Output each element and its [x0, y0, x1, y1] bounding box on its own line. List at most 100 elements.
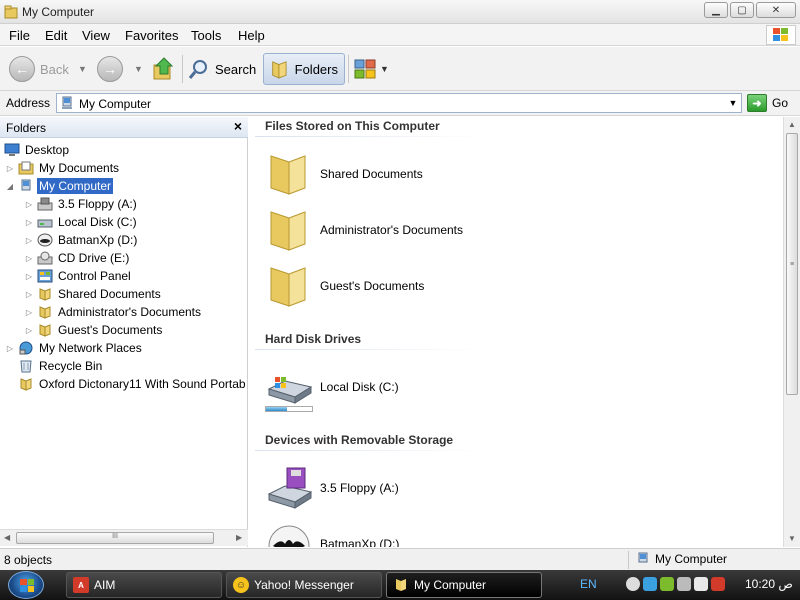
expand-icon[interactable]: ▷ — [23, 218, 35, 227]
control-panel-icon — [37, 269, 53, 283]
expand-icon[interactable]: ▷ — [23, 200, 35, 209]
tray-network-icon[interactable] — [643, 577, 657, 591]
tree-item-guests-documents[interactable]: ▷ Guest's Documents — [23, 321, 164, 339]
item-shared-documents[interactable]: Shared Documents — [265, 149, 423, 199]
tree-item-recycle-bin[interactable]: Recycle Bin — [16, 357, 104, 375]
address-input[interactable]: My Computer ▼ — [56, 93, 742, 113]
expand-icon[interactable]: ▷ — [23, 254, 35, 263]
desktop-icon — [4, 143, 20, 156]
item-administrators-documents[interactable]: Administrator's Documents — [265, 205, 463, 255]
tree-item-control-panel[interactable]: ▷ Control Panel — [23, 267, 133, 285]
scroll-left-icon[interactable]: ◀ — [4, 533, 10, 542]
forward-dropdown[interactable]: ▼ — [134, 53, 143, 85]
group-divider — [255, 450, 485, 451]
expand-icon[interactable]: ▷ — [4, 344, 16, 353]
tray-volume-icon[interactable] — [626, 577, 640, 591]
floppy-icon — [37, 197, 53, 211]
tray-security-icon[interactable] — [660, 577, 674, 591]
tray-app-icon[interactable] — [711, 577, 725, 591]
tree-item-oxford-dictionary[interactable]: Oxford Dictonary11 With Sound Portab — [16, 375, 248, 393]
tree-item-my-documents[interactable]: ▷ My Documents — [4, 159, 121, 177]
menu-favorites[interactable]: Favorites — [125, 28, 178, 43]
folders-pane-header: Folders × — [0, 117, 248, 138]
disk-usage-fill — [266, 407, 287, 411]
go-arrow-icon: ➜ — [747, 94, 767, 112]
views-button[interactable]: ▼ — [354, 53, 389, 85]
toolbar-separator — [348, 55, 349, 83]
close-button[interactable]: ✕ — [756, 2, 796, 18]
address-bar: Address My Computer ▼ ➜ Go — [0, 91, 800, 116]
folders-button[interactable]: Folders — [263, 53, 345, 85]
folders-horizontal-scrollbar[interactable]: ◀ III ▶ — [0, 529, 248, 546]
back-dropdown[interactable]: ▼ — [78, 53, 87, 85]
clock[interactable]: 10:20 ﺹ — [745, 577, 793, 591]
chevron-down-icon: ▼ — [134, 64, 143, 74]
up-folder-button[interactable] — [152, 53, 176, 85]
expand-icon[interactable]: ▷ — [23, 308, 35, 317]
start-button[interactable] — [8, 571, 44, 599]
go-label: Go — [772, 96, 789, 110]
windows-logo-icon — [766, 25, 796, 45]
minimize-button[interactable]: ▁ — [704, 2, 728, 18]
computer-icon — [21, 179, 31, 191]
views-icon — [354, 59, 376, 79]
language-indicator[interactable]: EN — [580, 577, 597, 591]
tree-item-batmanxp[interactable]: ▷ BatmanXp (D:) — [23, 231, 139, 249]
search-button[interactable]: Search — [188, 53, 256, 85]
menu-edit[interactable]: Edit — [45, 28, 67, 43]
taskbar-item-yahoo-messenger[interactable]: ☺ Yahoo! Messenger — [226, 572, 382, 598]
go-button[interactable]: ➜ Go — [747, 94, 788, 112]
expand-icon[interactable]: ▷ — [4, 164, 16, 173]
scrollbar-thumb[interactable]: III — [16, 532, 214, 544]
close-icon[interactable]: × — [234, 118, 242, 134]
tray-device-icon[interactable] — [694, 577, 708, 591]
item-guests-documents[interactable]: Guest's Documents — [265, 261, 424, 311]
tree-item-my-network-places[interactable]: ▷ My Network Places — [4, 339, 144, 357]
expand-icon[interactable]: ▷ — [23, 326, 35, 335]
title-bar[interactable]: My Computer ▁ ▢ ✕ — [0, 0, 800, 24]
item-local-disk[interactable]: Local Disk (C:) — [265, 362, 399, 412]
back-label: Back — [40, 61, 69, 77]
documents-icon — [18, 161, 34, 175]
item-floppy[interactable]: 3.5 Floppy (A:) — [265, 463, 399, 513]
folder-icon — [270, 267, 306, 307]
windows-logo-icon — [20, 579, 34, 592]
folder-icon — [39, 324, 51, 337]
scroll-down-icon[interactable]: ▼ — [788, 534, 796, 543]
menu-tools[interactable]: Tools — [191, 28, 221, 43]
forward-button[interactable]: → — [97, 53, 123, 85]
toolbar-separator — [182, 55, 183, 83]
collapse-icon[interactable]: ◢ — [4, 182, 16, 191]
taskbar-item-my-computer[interactable]: My Computer — [386, 572, 542, 598]
network-icon — [19, 341, 33, 355]
tree-item-desktop[interactable]: Desktop — [2, 141, 71, 159]
scroll-up-icon[interactable]: ▲ — [788, 120, 796, 129]
toolbar: ← Back ▼ → ▼ Search Folders ▼ — [0, 47, 800, 91]
expand-icon[interactable]: ▷ — [23, 272, 35, 281]
menu-view[interactable]: View — [82, 28, 110, 43]
menu-file[interactable]: File — [9, 28, 30, 43]
computer-icon — [638, 552, 648, 563]
tray-usb-icon[interactable] — [677, 577, 691, 591]
menu-help[interactable]: Help — [238, 28, 265, 43]
chevron-down-icon[interactable]: ▼ — [725, 94, 741, 112]
tree-item-administrators-documents[interactable]: ▷ Administrator's Documents — [23, 303, 203, 321]
back-button[interactable]: ← Back — [9, 53, 69, 85]
expand-icon[interactable]: ▷ — [23, 290, 35, 299]
folders-label: Folders — [294, 61, 338, 77]
tree-item-floppy[interactable]: ▷ 3.5 Floppy (A:) — [23, 195, 139, 213]
expand-icon[interactable]: ▷ — [23, 236, 35, 245]
tree-item-local-disk[interactable]: ▷ Local Disk (C:) — [23, 213, 139, 231]
content-vertical-scrollbar[interactable]: ▲ ≡ ▼ — [783, 117, 800, 547]
address-label: Address — [6, 96, 51, 110]
tree-item-my-computer[interactable]: ◢ My Computer — [4, 177, 114, 195]
tree-item-shared-documents[interactable]: ▷ Shared Documents — [23, 285, 163, 303]
taskbar-item-aim[interactable]: A AIM — [66, 572, 222, 598]
group-divider — [255, 136, 485, 137]
tree-item-cd-drive[interactable]: ▷ CD Drive (E:) — [23, 249, 131, 267]
scroll-right-icon[interactable]: ▶ — [236, 533, 242, 542]
item-batmanxp[interactable]: BatmanXp (D:) — [265, 519, 399, 547]
maximize-button[interactable]: ▢ — [730, 2, 754, 18]
scrollbar-thumb[interactable]: ≡ — [786, 133, 798, 395]
forward-arrow-icon: → — [97, 56, 123, 82]
